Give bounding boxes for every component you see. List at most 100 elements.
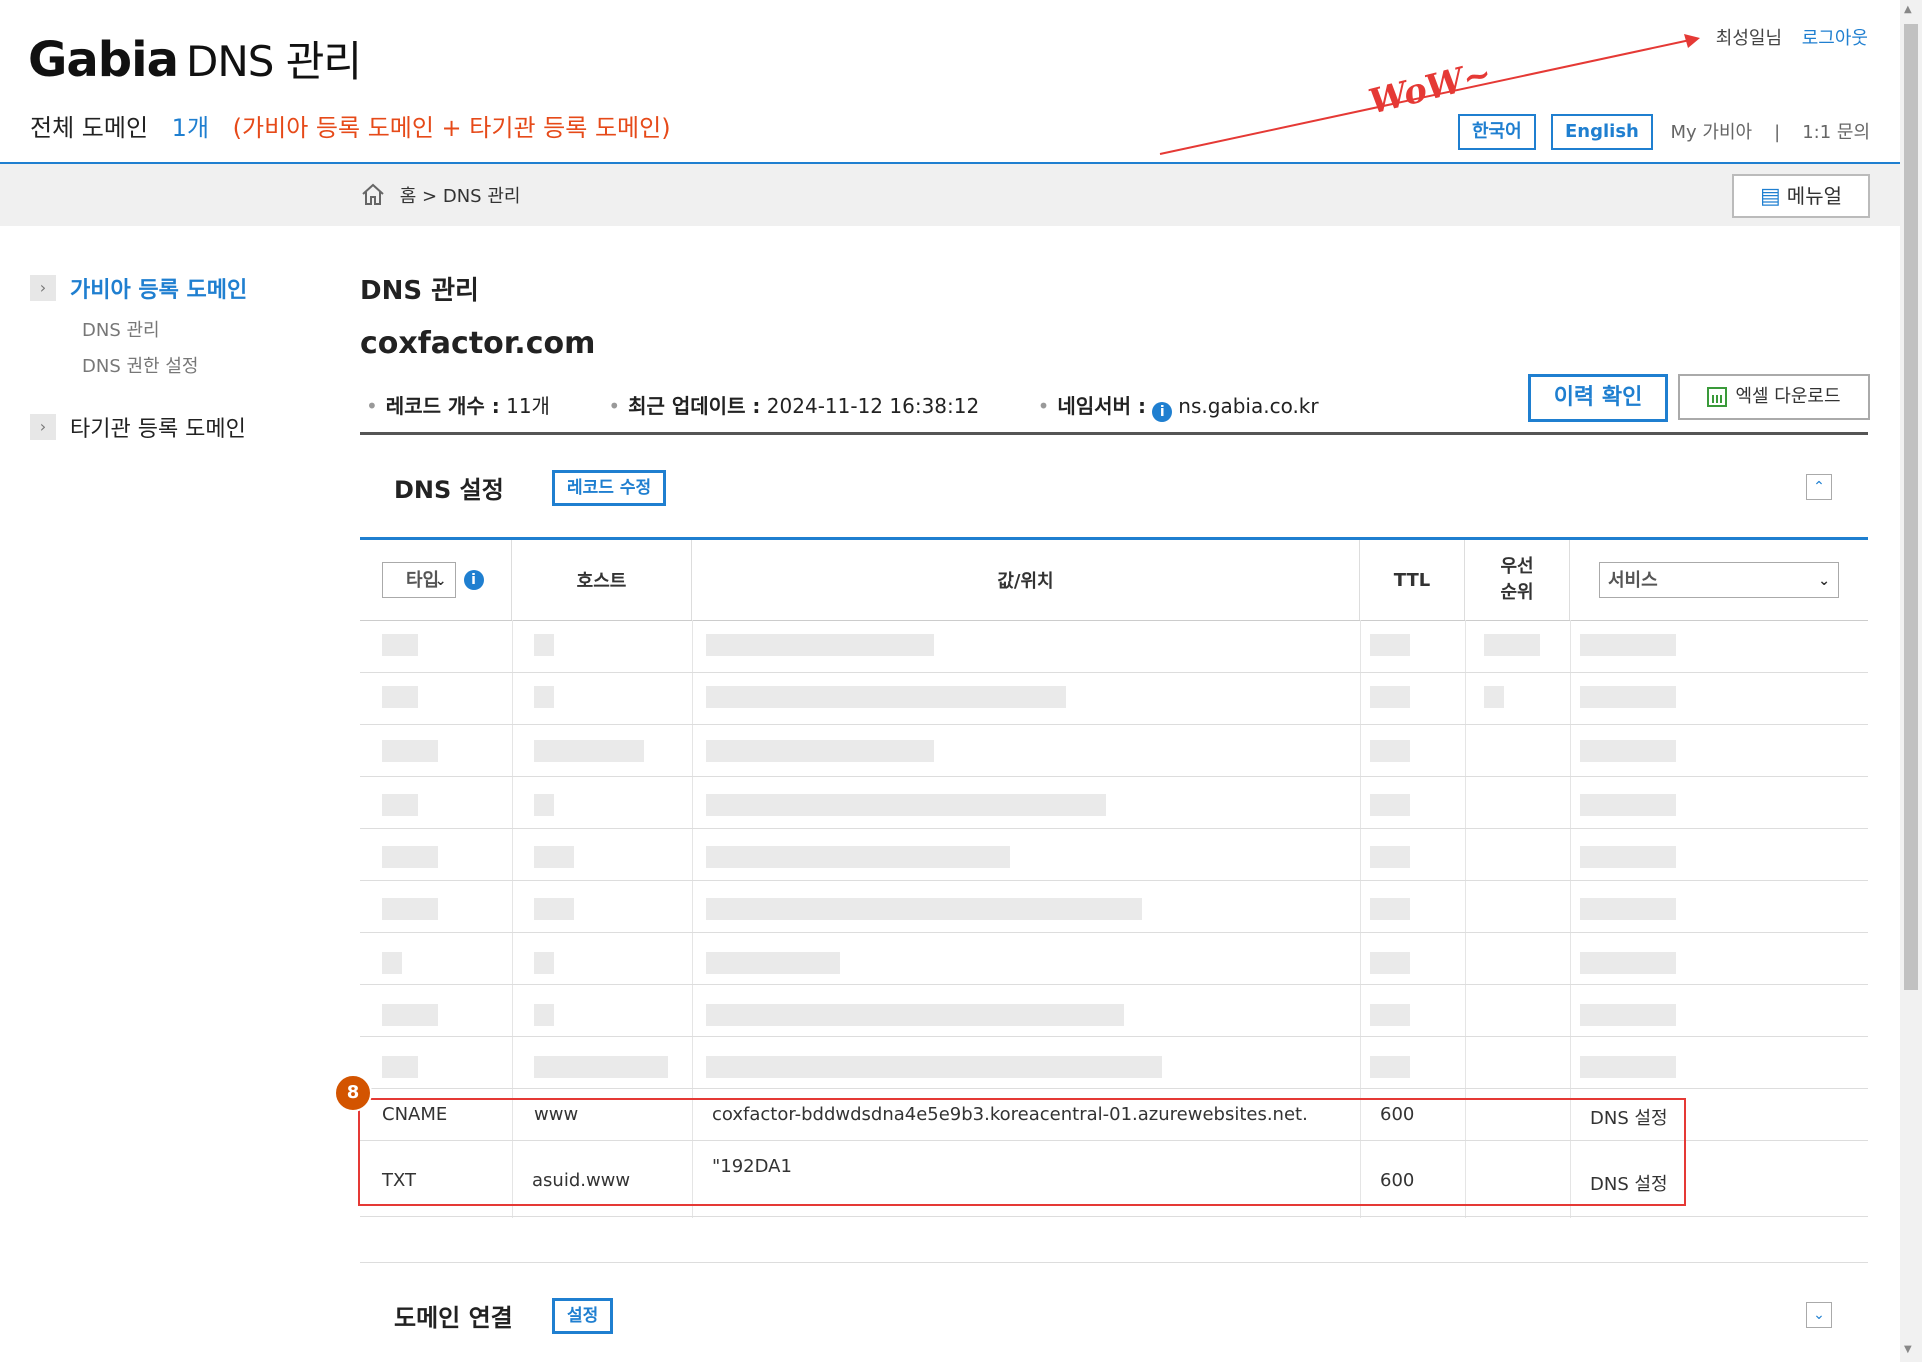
redacted-cell bbox=[382, 952, 402, 974]
redacted-cell bbox=[1580, 1056, 1676, 1078]
dns-settings-title: DNS 설정 bbox=[394, 476, 504, 504]
scrollbar-thumb[interactable] bbox=[1904, 24, 1918, 990]
bullet: • bbox=[1037, 394, 1050, 418]
record-edit-button[interactable]: 레코드 수정 bbox=[552, 470, 667, 506]
redacted-cell bbox=[534, 1056, 668, 1078]
service-select-value: 서비스 bbox=[1608, 570, 1658, 591]
domain-connect-title: 도메인 연결 bbox=[394, 1304, 513, 1332]
scroll-down-arrow-icon[interactable]: ▼ bbox=[1904, 1344, 1912, 1355]
redacted-cell bbox=[1580, 898, 1676, 920]
manual-button[interactable]: ▤ 메뉴얼 bbox=[1732, 174, 1870, 218]
row-divider bbox=[360, 984, 1868, 985]
column-priority: 우선 순위 bbox=[1465, 540, 1570, 620]
redacted-cell bbox=[706, 898, 1142, 920]
breadcrumb: 홈 > DNS 관리 bbox=[360, 182, 520, 208]
sidebar-item-label: 가비아 등록 도메인 bbox=[70, 278, 248, 303]
redacted-cell bbox=[382, 846, 438, 868]
redacted-cell bbox=[706, 846, 1010, 868]
type-select[interactable]: 타입 ⌄ bbox=[381, 562, 456, 598]
redacted-cell bbox=[706, 1004, 1124, 1026]
redacted-cell bbox=[534, 634, 554, 656]
chevron-down-icon: ⌄ bbox=[1818, 573, 1830, 589]
redacted-cell bbox=[706, 952, 840, 974]
row-divider bbox=[360, 932, 1868, 933]
info-icon[interactable]: i bbox=[1152, 402, 1173, 422]
annotation-highlight-box bbox=[358, 1098, 1686, 1206]
info-icon[interactable]: i bbox=[463, 570, 484, 590]
service-select[interactable]: 서비스 ⌄ bbox=[1599, 562, 1839, 598]
bullet: • bbox=[366, 394, 378, 418]
column-priority-line2: 순위 bbox=[1500, 582, 1534, 603]
chevron-right-icon: › bbox=[30, 275, 56, 301]
manual-button-label: 메뉴얼 bbox=[1786, 184, 1842, 208]
redacted-cell bbox=[1484, 686, 1504, 708]
bullet: • bbox=[608, 394, 621, 418]
redacted-cell bbox=[1370, 634, 1410, 656]
row-divider bbox=[360, 1088, 1868, 1089]
redacted-cell bbox=[706, 794, 1106, 816]
redacted-cell bbox=[1370, 740, 1410, 762]
redacted-cell bbox=[534, 794, 554, 816]
row-divider bbox=[360, 672, 1868, 673]
section-heading: DNS 관리 bbox=[360, 276, 479, 306]
column-host: 호스트 bbox=[512, 540, 692, 620]
breadcrumb-current: DNS 관리 bbox=[442, 186, 521, 207]
home-icon[interactable] bbox=[360, 182, 386, 206]
excel-download-button[interactable]: 엑셀 다운로드 bbox=[1678, 374, 1870, 420]
record-count-value: 11개 bbox=[506, 394, 550, 418]
domain-connect-settings-button[interactable]: 설정 bbox=[552, 1298, 614, 1334]
row-divider bbox=[360, 776, 1868, 777]
redacted-cell bbox=[382, 1056, 418, 1078]
document-icon: ▤ bbox=[1760, 184, 1781, 209]
column-service: 서비스 ⌄ bbox=[1570, 540, 1868, 620]
redacted-cell bbox=[706, 1056, 1162, 1078]
scroll-up-arrow-icon[interactable]: ▲ bbox=[1904, 4, 1912, 15]
sidebar-subitem-dns-permission[interactable]: DNS 권한 설정 bbox=[82, 352, 198, 378]
redacted-cell bbox=[534, 952, 554, 974]
collapse-icon[interactable]: ⌃ bbox=[1806, 474, 1832, 500]
redacted-cell bbox=[382, 1004, 438, 1026]
redacted-cell bbox=[382, 898, 438, 920]
redacted-cell bbox=[1580, 686, 1676, 708]
breadcrumb-home[interactable]: 홈 bbox=[400, 186, 417, 207]
domain-name: coxfactor.com bbox=[360, 326, 596, 361]
redacted-cell bbox=[382, 794, 418, 816]
redacted-cell bbox=[1370, 686, 1410, 708]
chevron-right-icon: › bbox=[30, 414, 56, 440]
last-update-label: 최근 업데이트 : bbox=[628, 394, 761, 418]
chevron-down-icon: ⌄ bbox=[434, 573, 447, 589]
redacted-cell bbox=[1370, 846, 1410, 868]
sidebar-item-other-domains[interactable]: › 타기관 등록 도메인 bbox=[30, 411, 246, 443]
redacted-cell bbox=[1484, 634, 1540, 656]
sidebar-item-gabia-domains[interactable]: › 가비아 등록 도메인 bbox=[30, 272, 247, 304]
table-bottom-border bbox=[360, 1216, 1868, 1217]
row-divider bbox=[360, 1036, 1868, 1037]
redacted-cell bbox=[1580, 952, 1676, 974]
history-button[interactable]: 이력 확인 bbox=[1528, 374, 1668, 422]
redacted-cell bbox=[1370, 898, 1410, 920]
redacted-cell bbox=[706, 686, 1066, 708]
column-ttl: TTL bbox=[1360, 540, 1465, 620]
row-divider bbox=[360, 828, 1868, 829]
redacted-cell bbox=[1370, 1056, 1410, 1078]
excel-download-label: 엑셀 다운로드 bbox=[1735, 386, 1841, 407]
nameserver-value: ns.gabia.co.kr bbox=[1178, 394, 1319, 418]
redacted-cell bbox=[706, 740, 934, 762]
record-count-label: 레코드 개수 : bbox=[385, 394, 500, 418]
annotation-step-badge: 8 bbox=[334, 1074, 372, 1112]
expand-icon[interactable]: ⌄ bbox=[1806, 1302, 1832, 1328]
redacted-cell bbox=[1580, 846, 1676, 868]
section-divider bbox=[360, 1262, 1868, 1263]
redacted-cell bbox=[534, 686, 554, 708]
redacted-cell bbox=[534, 1004, 554, 1026]
column-value: 값/위치 bbox=[692, 540, 1360, 620]
last-update: • 최근 업데이트 : 2024-11-12 16:38:12 bbox=[602, 394, 979, 418]
redacted-cell bbox=[382, 686, 418, 708]
meta-divider bbox=[360, 432, 1868, 435]
sidebar-subitem-dns-manage[interactable]: DNS 관리 bbox=[82, 316, 160, 342]
redacted-cell bbox=[1370, 1004, 1410, 1026]
redacted-cell bbox=[706, 634, 934, 656]
record-count: • 레코드 개수 : 11개 bbox=[360, 394, 550, 418]
domain-meta: • 레코드 개수 : 11개 • 최근 업데이트 : 2024-11-12 16:3… bbox=[360, 390, 1365, 422]
redacted-cell bbox=[1580, 634, 1676, 656]
